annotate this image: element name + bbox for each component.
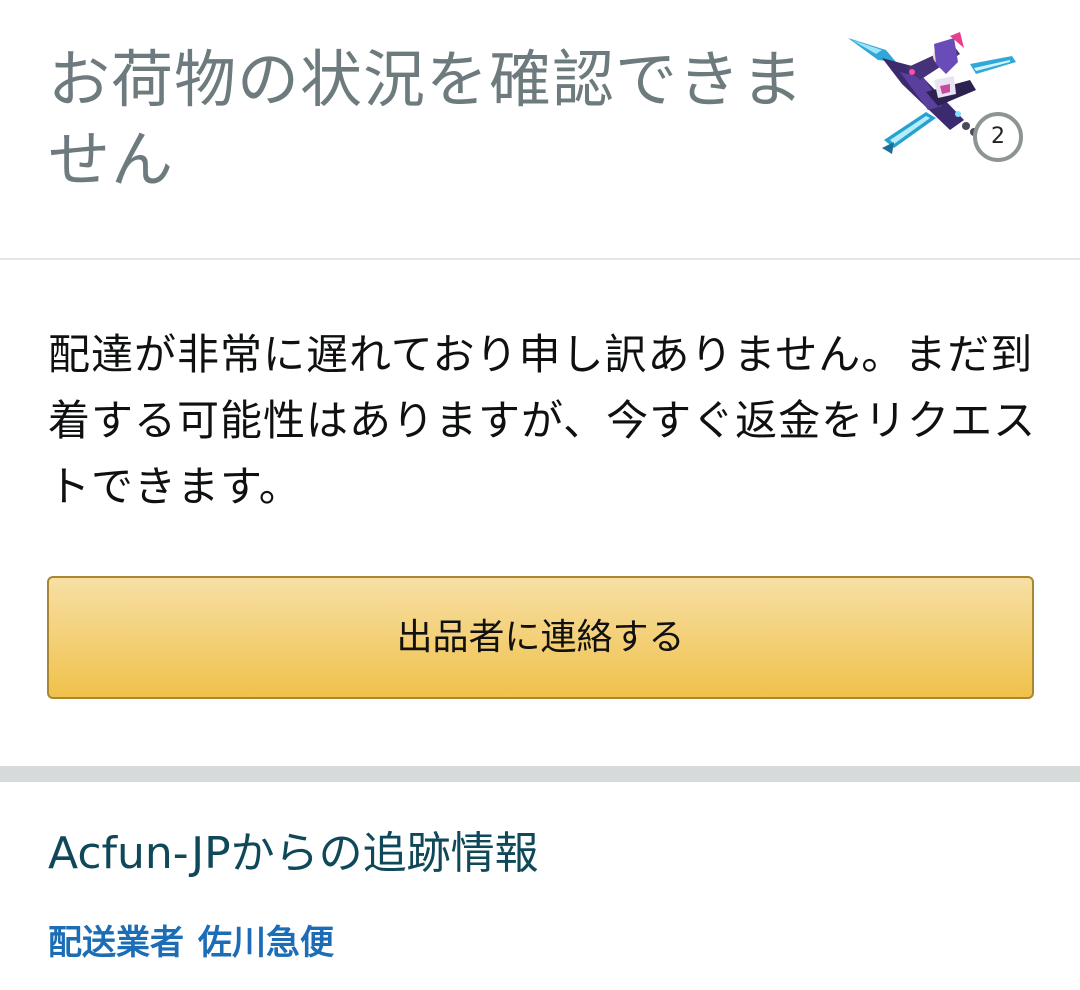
status-header: お荷物の状況を確認できません 2 (0, 0, 1080, 258)
tracking-heading: Acfun-JPからの追跡情報 (48, 828, 539, 879)
carrier-info[interactable]: 配送業者 佐川急便 (48, 918, 334, 968)
delay-message: 配達が非常に遅れており申し訳ありません。まだ到着する可能性はありますが、今すぐ返… (48, 330, 1037, 511)
page-title: お荷物の状況を確認できません (48, 43, 805, 196)
carrier-name[interactable]: 佐川急便 (198, 918, 334, 968)
contact-seller-button[interactable]: 出品者に連絡する (47, 576, 1034, 699)
carrier-label: 配送業者 (48, 923, 184, 963)
section-divider (0, 258, 1080, 260)
section-separator (0, 766, 1080, 782)
quantity-badge: 2 (973, 112, 1023, 162)
